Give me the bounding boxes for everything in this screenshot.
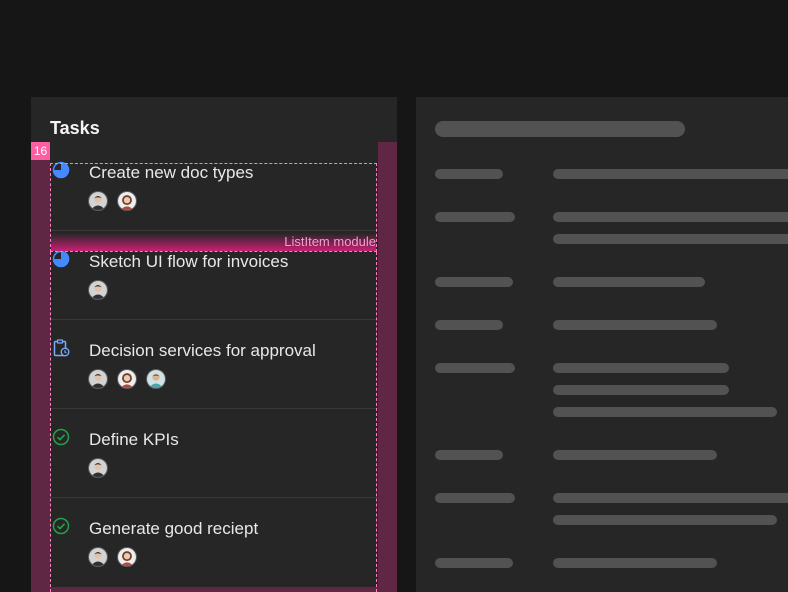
avatar-man[interactable] bbox=[88, 547, 108, 567]
task-row[interactable]: Decision services for approval bbox=[31, 320, 397, 409]
skeleton-label bbox=[435, 493, 515, 503]
skeleton-value bbox=[553, 450, 717, 460]
skeleton-value bbox=[553, 320, 717, 330]
skeleton-value bbox=[553, 169, 788, 179]
skeleton-label bbox=[435, 277, 513, 287]
skeleton-value bbox=[553, 407, 777, 417]
task-label: Generate good reciept bbox=[89, 519, 259, 538]
skeleton-label bbox=[435, 320, 503, 330]
avatar-man[interactable] bbox=[88, 458, 108, 478]
avatar-man[interactable] bbox=[88, 369, 108, 389]
module-label: ListItem module bbox=[284, 234, 376, 249]
skeleton-label bbox=[435, 558, 513, 568]
tasks-panel: Tasks Create new doc types Sketch UI flo… bbox=[31, 97, 397, 592]
skeleton-value bbox=[553, 558, 717, 568]
skeleton-label bbox=[435, 450, 503, 460]
spacing-badge: 16 bbox=[31, 142, 50, 160]
task-label: Define KPIs bbox=[89, 430, 179, 449]
left-guide-line bbox=[50, 252, 51, 592]
avatar-person[interactable] bbox=[146, 369, 166, 389]
task-row[interactable]: Generate good reciept bbox=[31, 498, 397, 587]
skeleton-value bbox=[553, 234, 788, 244]
clipboard-pending-icon bbox=[53, 339, 70, 357]
checkmark-icon bbox=[52, 517, 70, 535]
avatar-woman[interactable] bbox=[117, 547, 137, 567]
skeleton-value bbox=[553, 212, 788, 222]
task-row-background bbox=[50, 409, 378, 498]
task-row[interactable]: Define KPIs bbox=[31, 409, 397, 498]
avatar-woman[interactable] bbox=[117, 369, 137, 389]
skeleton-label bbox=[435, 169, 503, 179]
skeleton-value bbox=[553, 515, 777, 525]
avatar-man[interactable] bbox=[88, 280, 108, 300]
right-guide-line bbox=[376, 252, 377, 592]
skeleton-value bbox=[553, 277, 705, 287]
skeleton-value bbox=[553, 385, 729, 395]
skeleton-value bbox=[553, 493, 788, 503]
skeleton-title bbox=[435, 121, 685, 137]
task-row-background bbox=[50, 320, 378, 409]
task-label: Sketch UI flow for invoices bbox=[89, 252, 289, 271]
details-panel-skeleton bbox=[416, 97, 788, 592]
in-progress-icon bbox=[52, 250, 70, 268]
skeleton-label bbox=[435, 212, 515, 222]
task-row-background bbox=[50, 498, 378, 587]
skeleton-value bbox=[553, 363, 729, 373]
checkmark-icon bbox=[52, 428, 70, 446]
task-label: Decision services for approval bbox=[89, 341, 316, 360]
tasks-title: Tasks bbox=[50, 118, 100, 138]
skeleton-label bbox=[435, 363, 515, 373]
